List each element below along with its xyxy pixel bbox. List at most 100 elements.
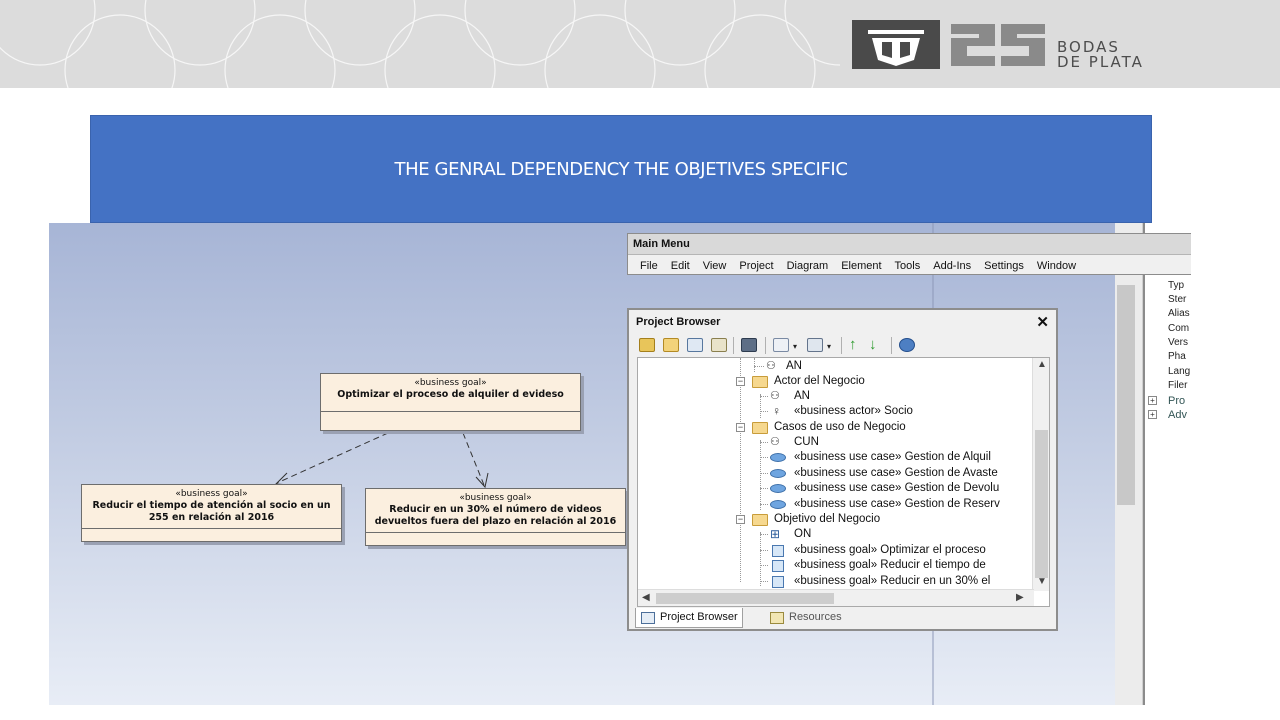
find-binoculars-icon[interactable] [741, 338, 757, 352]
new-element-icon[interactable] [711, 338, 727, 352]
goal-name: Optimizar el proceso de alquiler d evide… [337, 389, 564, 400]
expand-icon[interactable]: + [1148, 410, 1157, 419]
tree-row[interactable]: «business goal» Optimizar el proceso [638, 543, 1033, 558]
main-menu-window: Main Menu File Edit View Project Diagram Elem… [627, 233, 1191, 275]
menu-tools[interactable]: Tools [895, 257, 921, 272]
goal-stereotype: «business goal» [459, 493, 532, 503]
goal-divider [82, 528, 341, 529]
goal-stereotype: «business goal» [175, 489, 248, 499]
goal-box-optimizar[interactable]: «business goal» Optimizar el proceso de … [320, 373, 581, 431]
toolbar-separator [891, 337, 892, 354]
tree-row[interactable]: ⚇ AN [638, 359, 1033, 374]
project-browser-tabs: Project Browser Resources [635, 608, 1050, 628]
tree-guide-line [760, 504, 768, 505]
chevron-down-icon[interactable]: ▾ [793, 342, 801, 351]
tree-label: «business use case» Gestion de Reserv [794, 498, 1000, 510]
dependency-arrow-2[interactable] [462, 432, 485, 486]
tree-row[interactable]: − Objetivo del Negocio [638, 512, 1033, 527]
new-diagram-icon[interactable] [687, 338, 703, 352]
ea-screenshot: «business goal» Optimizar el proceso de … [49, 223, 1191, 705]
tree-label: Actor del Negocio [774, 375, 865, 387]
folder-icon [752, 422, 768, 434]
menu-file[interactable]: File [640, 257, 658, 272]
view-options-icon[interactable] [807, 338, 823, 352]
prop-type: Typ [1168, 280, 1185, 291]
tree-row[interactable]: «business use case» Gestion de Devolu [638, 481, 1033, 496]
use-case-icon [770, 469, 786, 478]
tree-row[interactable]: «business goal» Reducir en un 30% el [638, 574, 1033, 589]
properties-edit-icon[interactable] [773, 338, 789, 352]
toolbar-separator [841, 337, 842, 354]
resources-icon [770, 612, 784, 624]
prop-language: Lang [1168, 366, 1191, 377]
tab-resources[interactable]: Resources [765, 608, 846, 628]
toolbar-separator [765, 337, 766, 354]
main-menu-title: Main Menu [628, 234, 1191, 255]
scroll-thumb[interactable] [1035, 430, 1048, 578]
use-case-icon [770, 484, 786, 493]
menu-view[interactable]: View [703, 257, 727, 272]
tree-horizontal-scrollbar[interactable]: ◀ ▶ [638, 589, 1034, 606]
dependency-arrow-1[interactable] [276, 432, 389, 484]
goal-name: Reducir en un 30% el número de videos de… [374, 504, 617, 527]
tree-guide-line [760, 565, 768, 566]
prop-alias: Alias [1168, 308, 1190, 319]
menu-edit[interactable]: Edit [671, 257, 690, 272]
university-shield-icon [852, 20, 940, 69]
tree-guide-line [760, 473, 768, 474]
toolbar-separator [733, 337, 734, 354]
panel-splitter[interactable] [1143, 223, 1145, 705]
project-browser-icon [641, 612, 655, 624]
tree-row[interactable]: ⊞ ON [638, 527, 1033, 542]
tree-vertical-scrollbar[interactable]: ▲ ▼ [1032, 358, 1049, 591]
goal-box-reducir-devueltos[interactable]: «business goal» Reducir en un 30% el núm… [365, 488, 626, 546]
goal-box-reducir-tiempo[interactable]: «business goal» Reducir el tiempo de ate… [81, 484, 342, 542]
scroll-down-icon[interactable]: ▼ [1037, 576, 1047, 587]
move-down-arrow-icon[interactable]: ↓ [869, 337, 885, 352]
menu-diagram[interactable]: Diagram [787, 257, 829, 272]
tree-row[interactable]: ⚇ CUN [638, 435, 1033, 450]
tree-guide-line [760, 534, 768, 535]
properties-scrollbar[interactable] [1117, 285, 1135, 505]
tree-row[interactable]: ♀ «business actor» Socio [638, 404, 1033, 419]
tree-label: CUN [794, 436, 819, 448]
tree-row[interactable]: − Actor del Negocio [638, 374, 1033, 389]
tree-row[interactable]: ⚇ AN [638, 389, 1033, 404]
scroll-thumb[interactable] [656, 593, 834, 604]
tree-label: ON [794, 528, 812, 540]
folder-icon [752, 376, 768, 388]
prop-filename: Filer [1168, 380, 1188, 391]
prop-project[interactable]: Pro [1168, 395, 1185, 407]
menu-add-ins[interactable]: Add-Ins [933, 257, 971, 272]
collapse-icon[interactable]: − [736, 377, 745, 386]
menu-element[interactable]: Element [841, 257, 881, 272]
tree-row[interactable]: «business use case» Gestion de Alquil [638, 450, 1033, 465]
new-folder-icon[interactable] [663, 338, 679, 352]
collapse-icon[interactable]: − [736, 423, 745, 432]
header-banner: BODAS DE PLATA [0, 0, 1280, 88]
menu-window[interactable]: Window [1037, 257, 1076, 272]
collapse-icon[interactable]: − [736, 515, 745, 524]
prop-version: Vers [1168, 337, 1189, 348]
prop-advanced[interactable]: Adv [1168, 409, 1187, 421]
tab-label: Resources [789, 611, 842, 623]
chevron-down-icon[interactable]: ▾ [827, 342, 835, 351]
scroll-right-icon[interactable]: ▶ [1016, 592, 1024, 603]
tree-guide-line [760, 411, 768, 412]
menu-settings[interactable]: Settings [984, 257, 1024, 272]
tab-project-browser[interactable]: Project Browser [635, 608, 743, 628]
tree-row[interactable]: «business goal» Reducir el tiempo de [638, 558, 1033, 573]
scroll-up-icon[interactable]: ▲ [1037, 359, 1047, 370]
tree-row[interactable]: − Casos de uso de Negocio [638, 420, 1033, 435]
help-icon[interactable] [899, 338, 915, 352]
use-case-icon [770, 453, 786, 462]
new-model-icon[interactable] [639, 338, 655, 352]
use-case-icon [770, 500, 786, 509]
close-icon[interactable]: ✕ [1036, 313, 1049, 331]
scroll-left-icon[interactable]: ◀ [642, 592, 650, 603]
menu-project[interactable]: Project [739, 257, 773, 272]
tree-row[interactable]: «business use case» Gestion de Avaste [638, 466, 1033, 481]
tree-row[interactable]: «business use case» Gestion de Reserv [638, 497, 1033, 512]
expand-icon[interactable]: + [1148, 396, 1157, 405]
move-up-arrow-icon[interactable]: ↑ [849, 337, 865, 352]
